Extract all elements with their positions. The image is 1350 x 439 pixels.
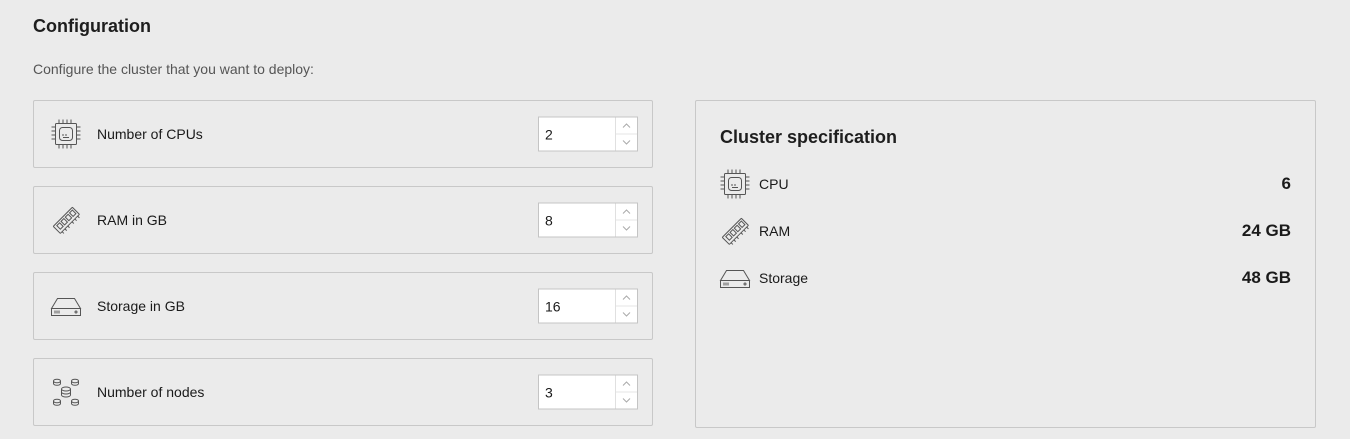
decrement-button[interactable] — [616, 305, 637, 323]
nodes-input[interactable] — [539, 375, 615, 409]
storage-icon — [719, 262, 751, 294]
ram-config-card: RAM in GB — [33, 186, 653, 254]
spec-row-storage: Storage 48 GB — [719, 262, 1291, 294]
spec-cpu-value: 6 — [1281, 174, 1291, 193]
cpu-icon — [50, 118, 82, 150]
nodes-icon — [50, 376, 82, 408]
spec-ram-value: 24 GB — [1241, 221, 1291, 240]
increment-button[interactable] — [616, 118, 637, 134]
nodes-config-card: Number of nodes — [33, 358, 653, 426]
ram-icon — [50, 204, 82, 236]
cluster-spec-card: Cluster specification CPU 6 RAM 24 GB St… — [695, 100, 1316, 428]
cpu-config-label: Number of CPUs — [97, 126, 203, 142]
spec-cpu-label: CPU — [759, 176, 789, 192]
ram-stepper[interactable] — [538, 202, 638, 238]
page-title: Configuration — [33, 16, 151, 36]
spec-storage-label: Storage — [759, 270, 809, 286]
ram-config-label: RAM in GB — [97, 212, 168, 228]
cpu-icon — [719, 168, 751, 200]
ram-input[interactable] — [539, 203, 615, 237]
increment-button[interactable] — [616, 376, 637, 392]
spec-storage-value: 48 GB — [1241, 268, 1291, 287]
decrement-button[interactable] — [616, 219, 637, 237]
nodes-config-label: Number of nodes — [97, 384, 205, 400]
nodes-stepper[interactable] — [538, 374, 638, 410]
cpu-config-card: Number of CPUs — [33, 100, 653, 168]
storage-input[interactable] — [539, 289, 615, 323]
storage-stepper[interactable] — [538, 288, 638, 324]
decrement-button[interactable] — [616, 133, 637, 151]
storage-icon — [50, 290, 82, 322]
decrement-button[interactable] — [616, 391, 637, 409]
spec-row-cpu: CPU 6 — [719, 168, 1291, 200]
spec-title: Cluster specification — [720, 127, 898, 147]
cpu-stepper[interactable] — [538, 116, 638, 152]
increment-button[interactable] — [616, 204, 637, 220]
cpu-input[interactable] — [539, 117, 615, 151]
spec-ram-label: RAM — [759, 223, 791, 239]
spec-row-ram: RAM 24 GB — [719, 215, 1291, 247]
page-subtitle: Configure the cluster that you want to d… — [33, 61, 314, 77]
storage-config-label: Storage in GB — [97, 298, 185, 314]
storage-config-card: Storage in GB — [33, 272, 653, 340]
increment-button[interactable] — [616, 290, 637, 306]
ram-icon — [719, 215, 751, 247]
